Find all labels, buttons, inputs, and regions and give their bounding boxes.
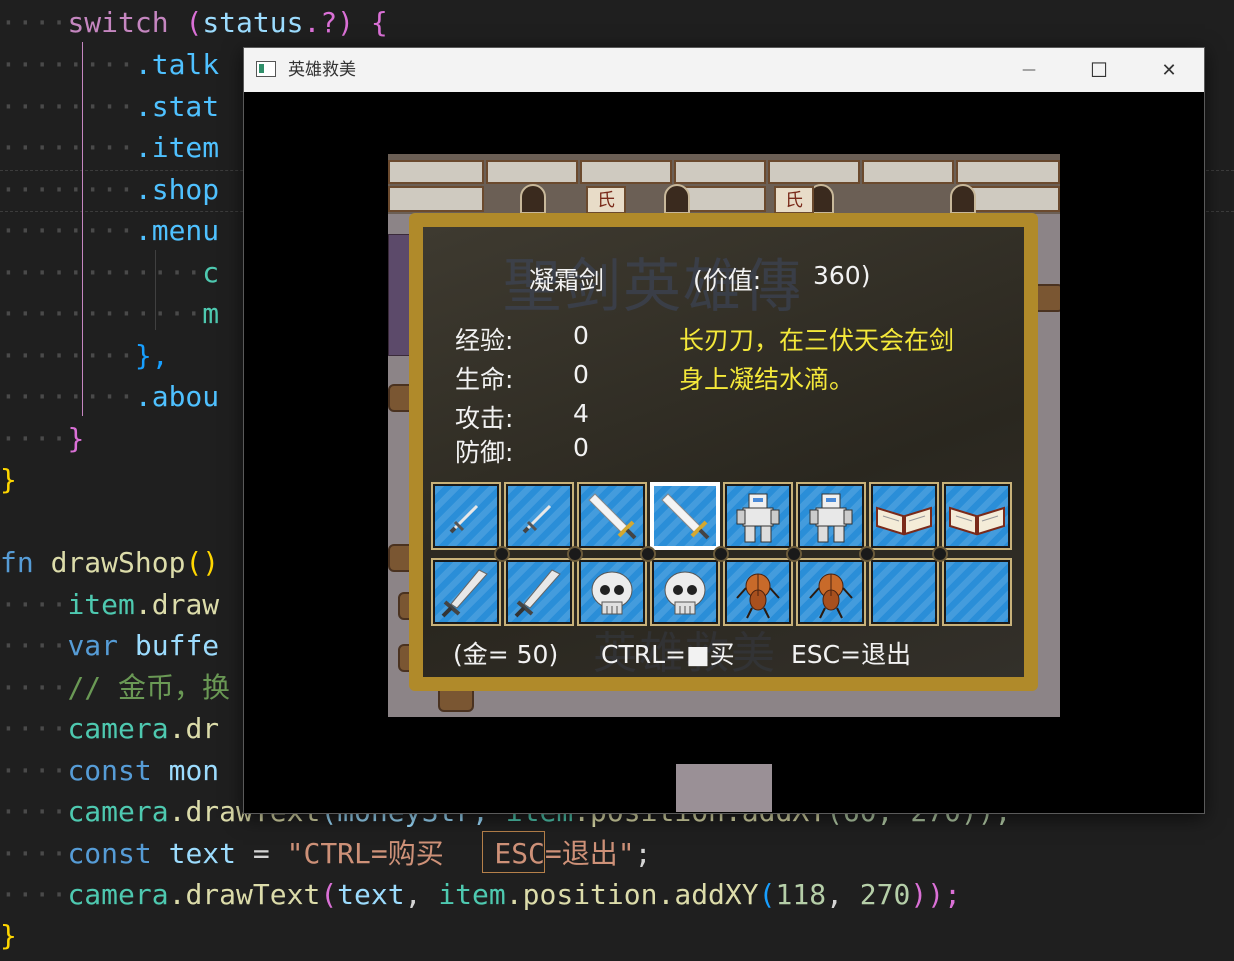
stat-label: 防御: — [455, 438, 514, 467]
code-line: ····switch (status.?) { — [0, 6, 388, 39]
item-name: 凝霜剑 — [529, 266, 605, 295]
grid-joint — [713, 546, 729, 562]
stat-value: 0 — [573, 321, 589, 350]
code-line: ····item.draw — [0, 588, 220, 621]
stat-value: 0 — [573, 360, 589, 389]
shop-item-slot[interactable] — [431, 558, 501, 626]
shop-item-slot[interactable] — [869, 558, 939, 626]
gold-amount: (金= 50) — [453, 640, 559, 669]
stat-value: 4 — [573, 399, 589, 428]
shop-dialog[interactable]: 聖剑英雄傳 英雄救美 凝霜剑 (价值: 360) 经验: 0 生命: 0 攻击:… — [409, 213, 1038, 691]
code-line: ····} — [0, 422, 85, 455]
code-line: ····camera.dr — [0, 712, 220, 745]
stat-label: 攻击: — [455, 404, 514, 433]
code-line: ····// 金币，换 — [0, 671, 231, 704]
stat-label: 经验: — [455, 326, 514, 355]
code-line: ····const mon — [0, 754, 220, 787]
shop-wall: 氏 氏 — [388, 154, 1060, 214]
item-description: 身上凝结水滴。 — [679, 365, 855, 394]
shop-item-slot[interactable] — [723, 558, 793, 626]
code-line: ········.shop — [0, 173, 220, 206]
price-value: 360) — [813, 261, 871, 290]
game-window[interactable]: 英雄救美 — ☐ ✕ 氏 氏 聖剑英雄傳 英雄救美 凝霜剑 (价值: 360) … — [243, 47, 1205, 814]
code-line: ············c — [0, 256, 220, 289]
code-line: ····camera.drawText(text, item.position.… — [0, 878, 961, 911]
shop-item-slot[interactable] — [504, 482, 574, 550]
code-line: ········.talk — [0, 48, 220, 81]
code-line: ············m — [0, 297, 220, 330]
window-title: 英雄救美 — [288, 60, 356, 80]
close-button[interactable]: ✕ — [1134, 48, 1204, 92]
floor-path — [676, 764, 772, 812]
code-line: } — [0, 463, 17, 496]
shop-item-slot[interactable] — [650, 482, 720, 550]
shop-item-slot[interactable] — [504, 558, 574, 626]
grid-joint — [567, 546, 583, 562]
code-line: ····const text = "CTRL=购买 ESC=退出"; — [0, 837, 652, 870]
code-line: ········}, — [0, 339, 169, 372]
grid-joint — [932, 546, 948, 562]
minimize-icon: — — [1022, 62, 1036, 78]
code-line: } — [0, 919, 17, 952]
shop-item-slot[interactable] — [431, 482, 501, 550]
code-line: ········.item — [0, 131, 220, 164]
app-icon — [256, 61, 276, 77]
code-line: ········.menu — [0, 214, 220, 247]
shop-item-slot[interactable] — [942, 482, 1012, 550]
item-grid[interactable] — [431, 482, 1015, 626]
shop-sign: 氏 — [774, 186, 814, 214]
stat-value: 0 — [573, 433, 589, 462]
code-line: fn drawShop() — [0, 546, 220, 579]
shop-item-slot[interactable] — [577, 482, 647, 550]
minimize-button[interactable]: — — [994, 48, 1064, 92]
code-line: ········.stat — [0, 90, 220, 123]
stat-label: 生命: — [455, 365, 514, 394]
code-line: ····var buffe — [0, 629, 220, 662]
close-icon: ✕ — [1161, 59, 1177, 81]
buy-hint: CTRL=■买 — [601, 640, 735, 669]
shop-item-slot[interactable] — [723, 482, 793, 550]
code-line: ········.abou — [0, 380, 220, 413]
shop-sign: 氏 — [586, 186, 626, 214]
exit-hint: ESC=退出 — [791, 640, 912, 669]
window-titlebar[interactable]: 英雄救美 — ☐ ✕ — [244, 48, 1204, 92]
price-label: (价值: — [693, 266, 762, 295]
grid-joint — [494, 546, 510, 562]
maximize-button[interactable]: ☐ — [1064, 48, 1134, 92]
shop-item-slot[interactable] — [577, 558, 647, 626]
shop-item-slot[interactable] — [796, 558, 866, 626]
grid-joint — [786, 546, 802, 562]
shop-item-slot[interactable] — [942, 558, 1012, 626]
shop-item-slot[interactable] — [796, 482, 866, 550]
highlighted-whitespace — [482, 831, 545, 873]
maximize-icon: ☐ — [1090, 58, 1108, 82]
item-description: 长刃刀，在三伏天会在剑 — [679, 326, 955, 355]
grid-joint — [640, 546, 656, 562]
shop-item-slot[interactable] — [869, 482, 939, 550]
shop-item-slot[interactable] — [650, 558, 720, 626]
grid-joint — [859, 546, 875, 562]
